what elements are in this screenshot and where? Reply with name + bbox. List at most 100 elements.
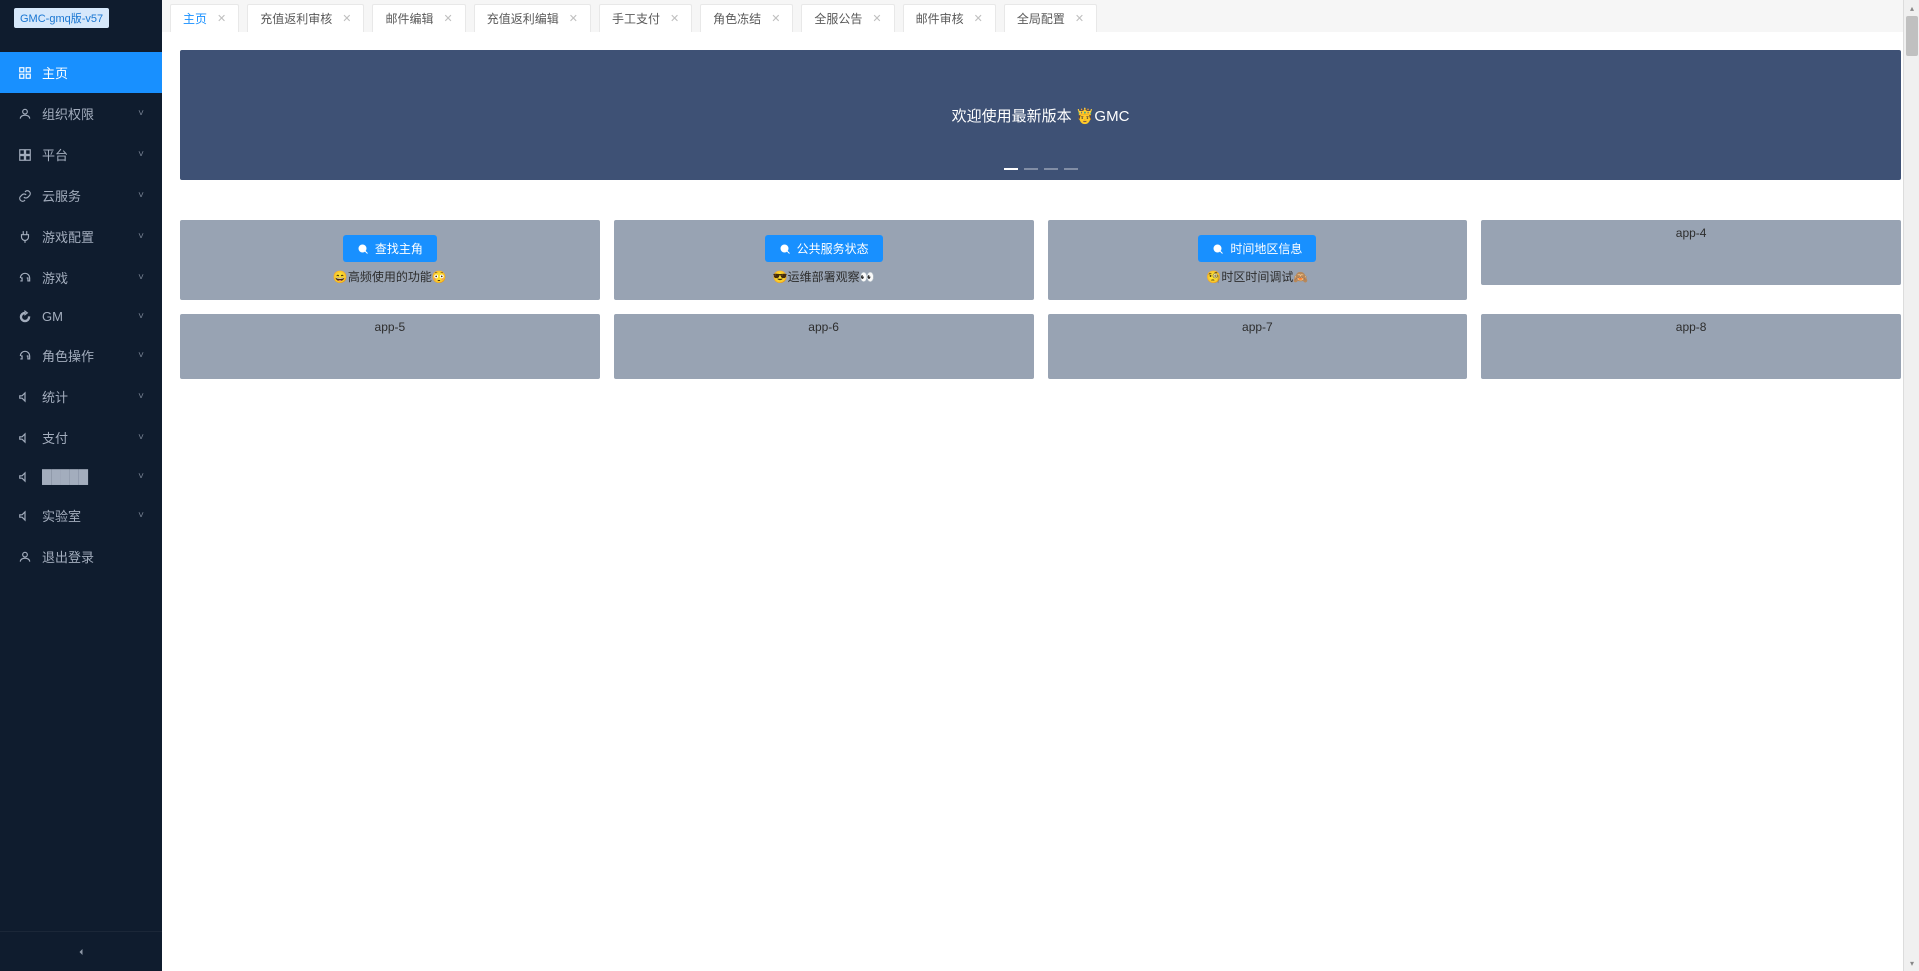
chevron-down-icon: ˅ [138,190,144,201]
chevron-down-icon: ˅ [138,391,144,402]
banner-dot-3[interactable] [1044,168,1058,170]
boxes-icon [18,148,32,162]
chevron-down-icon: ˅ [138,471,144,482]
sidebar-item-10[interactable]: █████˅ [0,458,162,495]
card-desc: 😎运维部署观察👀 [773,268,875,285]
card-8: app-8 [1481,314,1901,379]
tab-5[interactable]: 角色冻结✕ [700,4,793,32]
welcome-banner: 欢迎使用最新版本 🤴GMC [180,50,1901,180]
chevron-down-icon: ˅ [138,432,144,443]
card-7: app-7 [1048,314,1468,379]
search-icon [779,243,791,255]
speaker-icon [18,431,32,445]
close-icon[interactable]: ✕ [443,12,452,25]
card-button-1[interactable]: 查找主角 [343,235,437,262]
close-icon[interactable]: ✕ [670,12,679,25]
scrollbar-thumb[interactable] [1906,16,1918,56]
sidebar-collapse-button[interactable] [0,931,162,971]
sidebar-item-9[interactable]: 支付˅ [0,417,162,458]
sidebar-item-1[interactable]: 组织权限˅ [0,93,162,134]
speaker-icon [18,390,32,404]
chevron-down-icon: ˅ [138,231,144,242]
tab-label: 邮件审核 [916,10,964,27]
tab-3[interactable]: 充值返利编辑 ✕ [474,4,591,32]
tab-2[interactable]: 邮件编辑 ✕ [372,4,465,32]
banner-dot-2[interactable] [1024,168,1038,170]
sidebar-item-label: GM [42,309,138,324]
headset-icon [18,349,32,363]
card-button-3[interactable]: 时间地区信息 [1198,235,1316,262]
close-icon[interactable]: ✕ [974,12,983,25]
card-5: app-5 [180,314,600,379]
tab-label: 充值返利审核 [260,10,332,27]
tab-8[interactable]: 全局配置 ✕ [1004,4,1097,32]
tab-bar: 主页✕充值返利审核✕邮件编辑✕充值返利编辑✕手工支付✕角色冻结✕全服公告✕邮件审… [162,0,1919,32]
scroll-down-icon[interactable]: ▾ [1904,955,1919,971]
tab-4[interactable]: 手工支付✕ [599,4,692,32]
speaker-icon [18,509,32,523]
close-icon[interactable]: ✕ [217,12,226,25]
sidebar-item-8[interactable]: 统计˅ [0,376,162,417]
card-label: app-6 [808,320,839,334]
sidebar-item-3[interactable]: 云服务˅ [0,175,162,216]
sidebar-item-label: 支付 [42,428,138,447]
sidebar-item-label: 主页 [42,63,144,82]
card-grid: 查找主角 😄高频使用的功能😳 公共服务状态 😎运维部署观察👀 时间地区信息🧐时区时间调试… [180,220,1901,379]
chevron-down-icon: ˅ [138,350,144,361]
sidebar-item-5[interactable]: 游戏˅ [0,257,162,298]
refresh-icon [18,310,32,324]
grid-icon [18,66,32,80]
content-area: 欢迎使用最新版本 🤴GMC 查找主角 😄高频使用的功能😳 公共服务状态 😎运维部署观察… [162,32,1919,971]
tab-label: 充值返利编辑 [487,10,559,27]
sidebar-item-label: 游戏配置 [42,227,138,246]
scroll-up-icon[interactable]: ▴ [1904,0,1919,16]
search-icon [357,243,369,255]
card-2: 公共服务状态 😎运维部署观察👀 [614,220,1034,300]
card-label: app-5 [375,320,406,334]
sidebar-item-6[interactable]: GM˅ [0,298,162,335]
close-icon[interactable]: ✕ [872,12,881,25]
link-icon [18,189,32,203]
tab-0[interactable]: 主页 ✕ [170,4,239,32]
chevron-down-icon: ˅ [138,108,144,119]
vertical-scrollbar[interactable]: ▴ ▾ [1903,0,1919,971]
tab-1[interactable]: 充值返利审核 ✕ [247,4,364,32]
banner-dot-4[interactable] [1064,168,1078,170]
card-3: 时间地区信息🧐时区时间调试🙈 [1048,220,1468,300]
tab-label: 全服公告 [814,10,862,27]
card-button-label: 查找主角 [375,240,423,257]
sidebar-item-12[interactable]: 退出登录 [0,536,162,577]
sidebar-item-11[interactable]: 实验室˅ [0,495,162,536]
user-icon [18,550,32,564]
card-desc: 😄高频使用的功能😳 [333,268,447,285]
tab-label: 全局配置 [1017,10,1065,27]
chevron-down-icon: ˅ [138,272,144,283]
card-button-label: 时间地区信息 [1230,240,1302,257]
card-button-2[interactable]: 公共服务状态 [765,235,883,262]
card-6: app-6 [614,314,1034,379]
sidebar-item-label: 角色操作 [42,346,138,365]
sidebar-item-2[interactable]: 平台˅ [0,134,162,175]
sidebar-item-label: 统计 [42,387,138,406]
sidebar: GMC-gmq版-v57 主页组织权限˅平台˅云服务˅游戏配置˅游戏˅GM˅角色… [0,0,162,971]
tab-6[interactable]: 全服公告 ✕ [801,4,894,32]
close-icon[interactable]: ✕ [342,12,351,25]
close-icon[interactable]: ✕ [771,12,780,25]
sidebar-item-7[interactable]: 角色操作˅ [0,335,162,376]
card-4: app-4 [1481,220,1901,285]
banner-text: 欢迎使用最新版本 🤴GMC [952,105,1130,126]
close-icon[interactable]: ✕ [569,12,578,25]
tab-label: 邮件编辑 [385,10,433,27]
banner-dot-1[interactable] [1004,168,1018,170]
user-icon [18,107,32,121]
tab-label: 主页 [183,10,207,27]
chevron-down-icon: ˅ [138,510,144,521]
tab-7[interactable]: 邮件审核 ✕ [903,4,996,32]
headset-icon [18,271,32,285]
chevron-left-icon [75,946,87,958]
card-button-label: 公共服务状态 [797,240,869,257]
close-icon[interactable]: ✕ [1075,12,1084,25]
sidebar-item-4[interactable]: 游戏配置˅ [0,216,162,257]
sidebar-item-0[interactable]: 主页 [0,52,162,93]
card-1: 查找主角 😄高频使用的功能😳 [180,220,600,300]
